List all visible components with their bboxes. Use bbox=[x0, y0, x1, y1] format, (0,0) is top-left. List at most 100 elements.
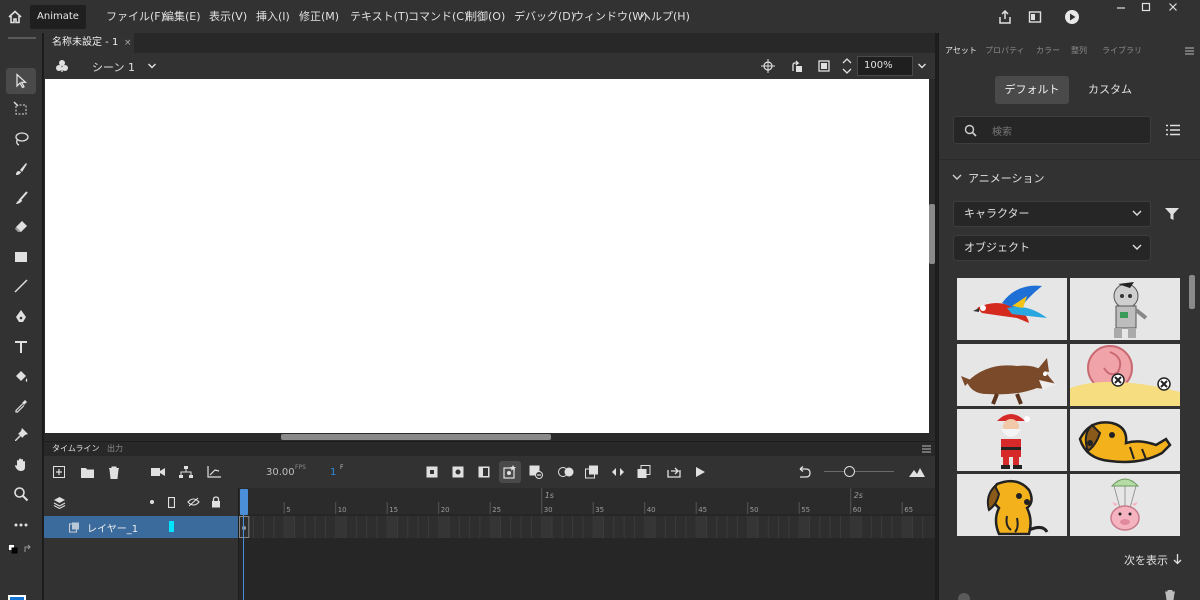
rectangle-tool-icon[interactable] bbox=[6, 244, 36, 270]
insert-blank-keyframe-icon[interactable] bbox=[476, 464, 492, 480]
brush-tool-icon[interactable] bbox=[6, 156, 36, 182]
menu-help[interactable]: ヘルプ(H) bbox=[640, 0, 690, 33]
asset-thumbnail-wolf[interactable] bbox=[957, 344, 1067, 406]
center-stage-icon[interactable] bbox=[760, 58, 776, 74]
asset-thumbnail-mummy[interactable] bbox=[1070, 278, 1180, 340]
zoom-dropdown-icon[interactable] bbox=[914, 58, 930, 74]
playhead[interactable] bbox=[240, 489, 248, 515]
scene-name[interactable]: シーン 1 bbox=[92, 59, 135, 75]
text-tool-icon[interactable] bbox=[6, 334, 36, 360]
auto-keyframe-icon[interactable] bbox=[499, 461, 521, 483]
layer-name[interactable]: レイヤー_1 bbox=[87, 520, 138, 535]
character-filter-dropdown[interactable]: キャラクター bbox=[953, 201, 1151, 227]
remove-keyframe-icon[interactable] bbox=[528, 464, 544, 480]
play-icon[interactable] bbox=[692, 464, 708, 480]
horizontal-scrollbar[interactable] bbox=[281, 434, 551, 440]
new-layer-icon[interactable] bbox=[52, 465, 66, 479]
menu-file[interactable]: ファイル(F) bbox=[106, 0, 165, 33]
tab-align[interactable]: 整列 bbox=[1071, 45, 1087, 56]
scene-dropdown-icon[interactable] bbox=[144, 58, 160, 74]
restore-icon[interactable] bbox=[1135, 0, 1157, 14]
onion-skin-icon[interactable] bbox=[558, 464, 574, 480]
free-transform-tool-icon[interactable] bbox=[6, 96, 36, 122]
menu-view[interactable]: 表示(V) bbox=[209, 0, 247, 33]
app-tab[interactable]: Animate bbox=[30, 5, 86, 29]
asset-thumbnail-santa[interactable] bbox=[957, 409, 1067, 471]
tab-library[interactable]: ライブラリ bbox=[1102, 45, 1142, 56]
vertical-scrollbar[interactable] bbox=[929, 204, 935, 264]
loop-playback-icon[interactable] bbox=[610, 464, 626, 480]
section-title[interactable]: アニメーション bbox=[968, 170, 1045, 186]
menu-modify[interactable]: 修正(M) bbox=[299, 0, 339, 33]
asset-thumbnail-snail[interactable] bbox=[1070, 344, 1180, 406]
menu-window[interactable]: ウィンドウ(W) bbox=[573, 0, 647, 33]
panel-menu-icon[interactable] bbox=[920, 443, 932, 455]
pin-tool-icon[interactable] bbox=[6, 422, 36, 448]
tab-timeline[interactable]: タイムライン bbox=[52, 443, 99, 454]
zoom-tool-icon[interactable] bbox=[6, 481, 36, 507]
menu-control[interactable]: 制御(O) bbox=[466, 0, 505, 33]
outline-layers-icon[interactable] bbox=[166, 495, 176, 509]
hand-tool-icon[interactable] bbox=[6, 452, 36, 478]
rotate-stage-icon[interactable] bbox=[788, 58, 804, 74]
insert-keyframe-icon[interactable] bbox=[450, 464, 466, 480]
layers-icon[interactable] bbox=[52, 495, 66, 509]
export-icon[interactable] bbox=[666, 464, 682, 480]
asset-thumbnail-pig-parachute[interactable] bbox=[1070, 474, 1180, 536]
menu-debug[interactable]: デバッグ(D) bbox=[514, 0, 575, 33]
chevron-down-icon[interactable] bbox=[951, 172, 963, 182]
stage-canvas[interactable] bbox=[45, 79, 929, 433]
selection-tool-icon[interactable] bbox=[6, 68, 36, 94]
scene-icon[interactable] bbox=[54, 58, 70, 74]
show-more-link[interactable]: 次を表示 bbox=[1124, 552, 1168, 568]
tab-assets[interactable]: アセット bbox=[945, 45, 977, 56]
frame-ruler[interactable]: 5 10 15 20 25 30 35 40 45 50 55 60 65 1s 2s bbox=[239, 488, 935, 600]
toggle-default[interactable]: デフォルト bbox=[995, 76, 1069, 104]
undo-zoom-icon[interactable] bbox=[796, 464, 812, 480]
zoom-stepper[interactable] bbox=[841, 55, 853, 77]
insert-frame-icon[interactable] bbox=[424, 464, 440, 480]
menu-insert[interactable]: 挿入(I) bbox=[256, 0, 290, 33]
layer-row[interactable]: レイヤー_1 bbox=[44, 516, 238, 538]
toggle-custom[interactable]: カスタム bbox=[1076, 76, 1144, 104]
current-frame-value[interactable]: 1 bbox=[330, 467, 336, 478]
close-icon[interactable] bbox=[1162, 0, 1184, 14]
clip-content-icon[interactable] bbox=[816, 58, 832, 74]
panel-grip[interactable] bbox=[8, 37, 36, 39]
layer-parenting-icon[interactable] bbox=[178, 465, 194, 479]
delete-layer-icon[interactable] bbox=[107, 465, 121, 479]
zoom-input[interactable]: 100% bbox=[857, 56, 913, 76]
eyedropper-tool-icon[interactable] bbox=[6, 393, 36, 419]
menu-edit[interactable]: 編集(E) bbox=[163, 0, 201, 33]
document-tab[interactable]: 名称未設定 - 1 × bbox=[44, 33, 134, 53]
more-tools-icon[interactable] bbox=[6, 512, 36, 538]
new-folder-icon[interactable] bbox=[80, 465, 94, 479]
pen-tool-icon[interactable] bbox=[6, 304, 36, 330]
eraser-tool-icon[interactable] bbox=[6, 214, 36, 240]
tab-properties[interactable]: プロパティ bbox=[985, 45, 1025, 56]
minimize-icon[interactable] bbox=[1110, 0, 1132, 14]
edit-multiple-frames-icon[interactable] bbox=[584, 464, 600, 480]
object-filter-dropdown[interactable]: オブジェクト bbox=[953, 235, 1151, 261]
asset-thumbnail-parrot[interactable] bbox=[957, 278, 1067, 340]
filter-icon[interactable] bbox=[1165, 206, 1179, 222]
close-tab-icon[interactable]: × bbox=[124, 33, 132, 53]
assets-scrollbar[interactable] bbox=[1189, 275, 1195, 309]
asset-thumbnail-dog-lying[interactable] bbox=[1070, 409, 1180, 471]
arrow-down-icon[interactable] bbox=[1171, 553, 1183, 565]
menu-text[interactable]: テキスト(T) bbox=[350, 0, 409, 33]
tab-output[interactable]: 出力 bbox=[107, 443, 123, 454]
panel-menu-icon[interactable] bbox=[1183, 46, 1195, 56]
asset-settings-icon[interactable] bbox=[957, 589, 971, 600]
timeline-frames[interactable]: 5 10 15 20 25 30 35 40 45 50 55 60 65 1s 2s bbox=[239, 488, 935, 600]
paint-brush-tool-icon[interactable] bbox=[6, 185, 36, 211]
timeline-zoom-slider[interactable] bbox=[824, 471, 894, 472]
test-movie-icon[interactable] bbox=[1063, 8, 1081, 26]
lock-icon[interactable] bbox=[209, 495, 223, 509]
timeline-zoom-mountains-icon[interactable] bbox=[908, 464, 926, 480]
share-icon[interactable] bbox=[996, 8, 1014, 26]
layer-depth-icon[interactable] bbox=[206, 465, 222, 479]
list-view-icon[interactable] bbox=[1165, 123, 1181, 137]
search-field[interactable]: 検索 bbox=[953, 116, 1151, 144]
paste-frames-icon[interactable] bbox=[636, 464, 652, 480]
